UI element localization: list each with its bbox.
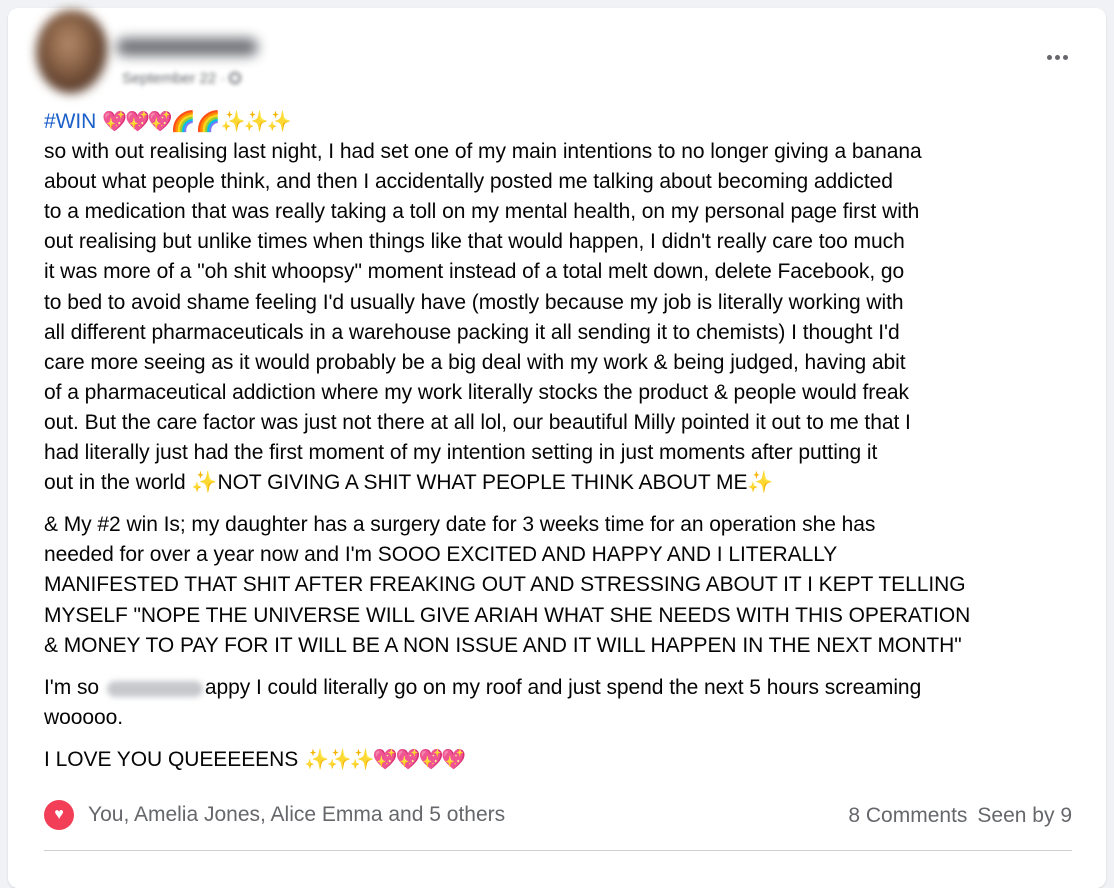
paragraph-1-text: so with out realising last night, I had …: [44, 140, 922, 495]
paragraph-3-start: I'm so: [44, 675, 100, 699]
post-date[interactable]: September 22 ·: [122, 68, 242, 88]
dot-icon: [1054, 54, 1060, 60]
divider: [44, 850, 1072, 851]
more-options-button[interactable]: [1042, 48, 1072, 66]
sparkles-emoji: ✨✨✨: [220, 111, 292, 133]
post-stats: 8 Comments Seen by 9: [848, 804, 1072, 828]
heart-emoji: 💖💖💖: [102, 111, 173, 133]
censored-word: [106, 681, 203, 698]
reactors-list: You, Amelia Jones, Alice Emma and 5 othe…: [88, 803, 506, 826]
sparkles-hearts-emoji: ✨✨✨💖💖💖💖: [303, 748, 466, 771]
post-text: #WIN 💖💖💖🌈🌈✨✨✨ so with out realising last…: [44, 107, 1092, 775]
paragraph-1: so with out realising last night, I had …: [44, 137, 1092, 498]
author-avatar[interactable]: [36, 10, 108, 94]
dot-icon: [1062, 54, 1068, 60]
reactions-summary[interactable]: ♥ You, Amelia Jones, Alice Emma and 5 ot…: [44, 800, 505, 830]
post-card: September 22 · #WIN 💖💖💖🌈🌈✨✨✨ so with out…: [8, 8, 1106, 888]
globe-icon: [229, 72, 242, 84]
paragraph-2: & My #2 win Is; my daughter has a surger…: [44, 513, 971, 657]
comments-count[interactable]: 8 Comments: [848, 804, 967, 828]
post-date-text: September 22 ·: [122, 69, 226, 87]
seen-by-count[interactable]: Seen by 9: [977, 804, 1072, 828]
rainbow-emoji: 🌈🌈: [170, 111, 221, 133]
dot-icon: [1046, 54, 1052, 60]
paragraph-4: I LOVE YOU QUEEEEENS ✨✨✨💖💖💖💖: [44, 745, 1092, 775]
paragraph-1-highlight: ✨NOT GIVING A SHIT WHAT PEOPLE THINK ABO…: [191, 471, 774, 495]
hashtag-link[interactable]: #WIN: [44, 110, 96, 133]
paragraph-4-text: I LOVE YOU QUEEEEENS: [44, 747, 304, 771]
intro-line: #WIN 💖💖💖🌈🌈✨✨✨: [44, 107, 1092, 137]
heart-icon: ♥: [44, 800, 74, 830]
paragraph-3: I'm so appy I could literally go on my r…: [44, 673, 1092, 733]
author-name-redacted[interactable]: [116, 38, 258, 56]
